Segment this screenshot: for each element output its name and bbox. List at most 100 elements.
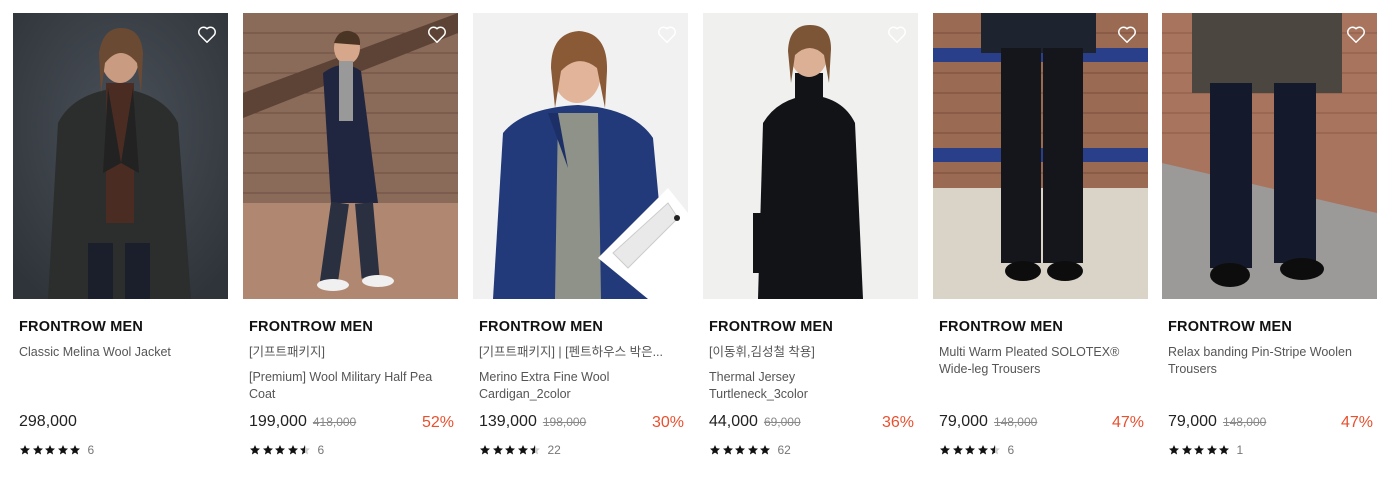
star-filled-icon [480,445,490,455]
product-image[interactable] [933,13,1148,299]
product-photo [933,13,1148,299]
star-rating [1168,444,1231,456]
star-filled-icon [262,445,273,455]
product-name[interactable]: Classic Melina Wool Jacket [19,344,224,361]
rating: 6 [939,443,1014,457]
star-filled-icon [1169,445,1179,455]
brand-name[interactable]: FRONTROW MEN [703,317,918,337]
price-row: 44,000 69,000 36% [709,413,914,437]
sale-price: 44,000 [709,413,758,430]
heart-icon[interactable] [1345,23,1367,45]
product-card[interactable]: FRONTROW MEN [703,13,918,337]
review-count: 6 [1007,443,1015,457]
price-row: 79,000 148,000 47% [1168,413,1373,437]
product-image[interactable] [243,13,458,299]
product-photo [473,13,688,299]
product-image[interactable] [13,13,228,299]
product-tag[interactable]: [이동휘,김성철 착용] [709,344,914,361]
product-names[interactable]: Relax banding Pin-Stripe Woolen Trousers [1168,344,1373,378]
product-name[interactable]: Thermal Jersey Turtleneck_3color [709,369,859,403]
discount-rate: 52% [421,414,454,431]
product-names[interactable]: Classic Melina Wool Jacket [19,344,224,361]
price-row: 199,000 418,000 52% [249,413,454,437]
star-filled-icon [20,445,30,455]
product-tag[interactable]: [기프트패키지] [249,344,454,361]
discount-rate: 36% [881,414,914,431]
discount-rate: 47% [1340,414,1373,431]
price-row: 139,000 198,000 30% [479,413,684,437]
star-filled-icon [287,445,298,455]
brand-name[interactable]: FRONTROW MEN [243,317,458,337]
star-filled-icon [710,445,720,455]
rating: 62 [709,443,791,457]
star-rating [939,444,1002,456]
star-filled-icon [1194,445,1204,455]
review-count: 6 [87,443,95,457]
product-card[interactable]: FRONTROW MEN [243,13,458,337]
review-count: 1 [1236,443,1244,457]
product-photo [13,13,228,299]
rating: 22 [479,443,561,457]
original-price: 418,000 [312,415,357,429]
star-filled-icon [1219,445,1229,455]
brand-name[interactable]: FRONTROW MEN [933,317,1148,337]
product-names[interactable]: [이동휘,김성철 착용] Thermal Jersey Turtleneck_3… [709,344,914,403]
star-rating [249,444,312,456]
sale-price: 139,000 [479,413,537,430]
heart-icon[interactable] [196,23,218,45]
brand-name[interactable]: FRONTROW MEN [1162,317,1377,337]
product-names[interactable]: [기프트패키지] [Premium] Wool Military Half Pe… [249,344,454,403]
review-count: 6 [317,443,325,457]
star-rating [19,444,82,456]
product-card[interactable]: FRONTROW MEN [13,13,228,337]
star-filled-icon [492,445,503,455]
star-filled-icon [505,445,515,455]
heart-icon[interactable] [886,23,908,45]
sale-price: 79,000 [1168,413,1217,430]
star-half-icon [300,445,310,455]
original-price: 69,000 [763,415,801,429]
product-image[interactable] [473,13,688,299]
product-card[interactable]: FRONTROW MEN [933,13,1148,337]
original-price: 198,000 [542,415,587,429]
star-filled-icon [32,445,43,455]
heart-icon[interactable] [656,23,678,45]
star-filled-icon [722,445,733,455]
product-image[interactable] [703,13,918,299]
rating: 6 [249,443,324,457]
star-filled-icon [735,445,745,455]
product-name[interactable]: Merino Extra Fine Wool Cardigan_2color [479,369,684,403]
brand-name[interactable]: FRONTROW MEN [13,317,228,337]
heart-icon[interactable] [426,23,448,45]
product-names[interactable]: [기프트패키지] | [펜트하우스 박은... Merino Extra Fin… [479,344,684,403]
star-filled-icon [1181,445,1192,455]
discount-rate: 47% [1111,414,1144,431]
product-card[interactable]: FRONTROW MEN [473,13,688,337]
star-filled-icon [965,445,975,455]
product-image[interactable] [1162,13,1377,299]
price-row: 79,000 148,000 47% [939,413,1144,437]
star-rating [709,444,772,456]
brand-name[interactable]: FRONTROW MEN [473,317,688,337]
product-card[interactable]: FRONTROW MEN [1162,13,1377,337]
rating: 6 [19,443,94,457]
product-photo [703,13,918,299]
star-filled-icon [977,445,988,455]
product-name[interactable]: [Premium] Wool Military Half Pea Coat [249,369,454,403]
star-half-icon [990,445,1000,455]
star-filled-icon [1206,445,1217,455]
product-grid: FRONTROW MEN Classic Melina Wool Jacket … [0,0,1387,486]
product-name[interactable]: Multi Warm Pleated SOLOTEX® Wide-leg Tro… [939,344,1144,378]
review-count: 22 [547,443,561,457]
star-filled-icon [952,445,963,455]
product-names[interactable]: Multi Warm Pleated SOLOTEX® Wide-leg Tro… [939,344,1144,378]
product-photo [243,13,458,299]
star-filled-icon [747,445,758,455]
heart-icon[interactable] [1116,23,1138,45]
star-filled-icon [250,445,260,455]
product-tag[interactable]: [기프트패키지] | [펜트하우스 박은... [479,344,684,361]
star-filled-icon [760,445,770,455]
sale-price: 199,000 [249,413,307,430]
product-name[interactable]: Relax banding Pin-Stripe Woolen Trousers [1168,344,1373,378]
star-filled-icon [517,445,528,455]
